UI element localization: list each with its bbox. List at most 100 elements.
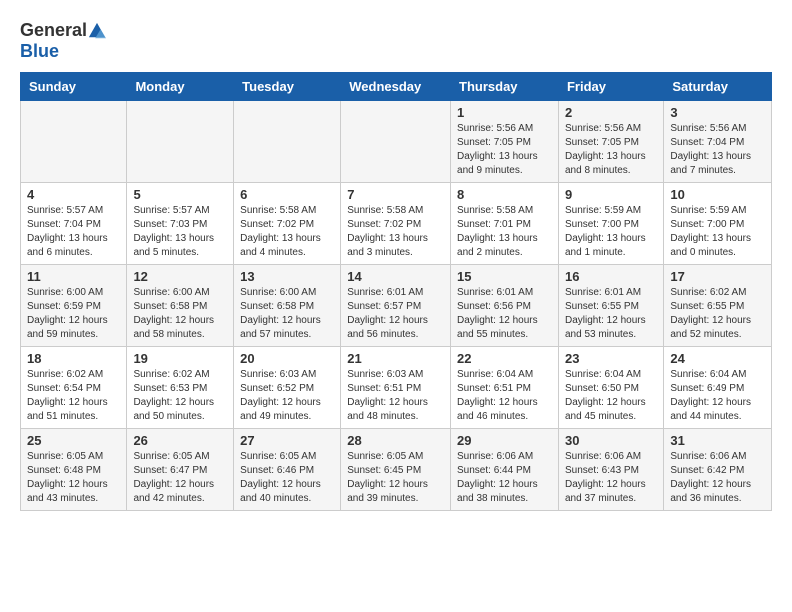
day-detail: Sunrise: 5:56 AM Sunset: 7:05 PM Dayligh… [565, 122, 657, 178]
weekday-header: Friday [558, 73, 663, 101]
day-number: 17 [670, 269, 765, 284]
calendar-cell: 11 Sunrise: 6:00 AM Sunset: 6:59 PM Dayli… [21, 265, 127, 347]
calendar-cell: 26Sunrise: 6:05 AM Sunset: 6:47 PM Dayli… [127, 429, 234, 511]
calendar-table: SundayMondayTuesdayWednesdayThursdayFrid… [20, 72, 772, 511]
day-detail: Sunrise: 6:04 AM Sunset: 6:51 PM Dayligh… [457, 368, 552, 424]
calendar-cell: 12 Sunrise: 6:00 AM Sunset: 6:58 PM Dayli… [127, 265, 234, 347]
day-detail: Sunrise: 6:05 AM Sunset: 6:46 PM Dayligh… [240, 450, 334, 506]
day-detail: Sunrise: 5:59 AM Sunset: 7:00 PM Dayligh… [670, 204, 765, 260]
day-detail: Sunrise: 5:59 AM Sunset: 7:00 PM Dayligh… [565, 204, 657, 260]
calendar-week-row: 1 Sunrise: 5:56 AM Sunset: 7:05 PM Daylig… [21, 101, 772, 183]
day-number: 10 [670, 187, 765, 202]
day-number: 26 [133, 433, 227, 448]
weekday-header: Tuesday [234, 73, 341, 101]
day-number: 20 [240, 351, 334, 366]
calendar-cell [341, 101, 451, 183]
weekday-header: Thursday [451, 73, 559, 101]
day-detail: Sunrise: 6:03 AM Sunset: 6:52 PM Dayligh… [240, 368, 334, 424]
day-detail: Sunrise: 6:00 AM Sunset: 6:58 PM Dayligh… [133, 286, 227, 342]
day-number: 22 [457, 351, 552, 366]
day-number: 18 [27, 351, 120, 366]
calendar-cell [127, 101, 234, 183]
calendar-cell: 1 Sunrise: 5:56 AM Sunset: 7:05 PM Daylig… [451, 101, 559, 183]
day-detail: Sunrise: 6:04 AM Sunset: 6:50 PM Dayligh… [565, 368, 657, 424]
weekday-header: Monday [127, 73, 234, 101]
calendar-week-row: 4 Sunrise: 5:57 AM Sunset: 7:04 PM Daylig… [21, 183, 772, 265]
day-number: 11 [27, 269, 120, 284]
calendar-week-row: 25 Sunrise: 6:05 AM Sunset: 6:48 PM Dayli… [21, 429, 772, 511]
day-detail: Sunrise: 6:02 AM Sunset: 6:53 PM Dayligh… [133, 368, 227, 424]
day-detail: Sunrise: 5:57 AM Sunset: 7:03 PM Dayligh… [133, 204, 227, 260]
day-detail: Sunrise: 6:03 AM Sunset: 6:51 PM Dayligh… [347, 368, 444, 424]
day-number: 14 [347, 269, 444, 284]
day-number: 25 [27, 433, 120, 448]
day-detail: Sunrise: 6:06 AM Sunset: 6:43 PM Dayligh… [565, 450, 657, 506]
weekday-header: Saturday [664, 73, 772, 101]
day-number: 5 [133, 187, 227, 202]
logo-general: General [20, 20, 87, 41]
calendar-cell: 10 Sunrise: 5:59 AM Sunset: 7:00 PM Dayli… [664, 183, 772, 265]
calendar-cell [21, 101, 127, 183]
calendar-cell: 30 Sunrise: 6:06 AM Sunset: 6:43 PM Dayli… [558, 429, 663, 511]
day-number: 31 [670, 433, 765, 448]
calendar-cell: 13 Sunrise: 6:00 AM Sunset: 6:58 PM Dayli… [234, 265, 341, 347]
day-detail: Sunrise: 6:05 AM Sunset: 6:48 PM Dayligh… [27, 450, 120, 506]
calendar-cell: 17 Sunrise: 6:02 AM Sunset: 6:55 PM Dayli… [664, 265, 772, 347]
calendar-cell: 25 Sunrise: 6:05 AM Sunset: 6:48 PM Dayli… [21, 429, 127, 511]
calendar-cell: 21 Sunrise: 6:03 AM Sunset: 6:51 PM Dayli… [341, 347, 451, 429]
day-number: 21 [347, 351, 444, 366]
calendar-cell: 24Sunrise: 6:04 AM Sunset: 6:49 PM Dayli… [664, 347, 772, 429]
calendar-cell: 23 Sunrise: 6:04 AM Sunset: 6:50 PM Dayli… [558, 347, 663, 429]
calendar-cell: 31Sunrise: 6:06 AM Sunset: 6:42 PM Dayli… [664, 429, 772, 511]
day-detail: Sunrise: 5:58 AM Sunset: 7:01 PM Dayligh… [457, 204, 552, 260]
calendar-cell: 19 Sunrise: 6:02 AM Sunset: 6:53 PM Dayli… [127, 347, 234, 429]
day-number: 29 [457, 433, 552, 448]
day-number: 4 [27, 187, 120, 202]
calendar-week-row: 18Sunrise: 6:02 AM Sunset: 6:54 PM Dayli… [21, 347, 772, 429]
logo-blue: Blue [20, 41, 59, 62]
calendar-cell: 22 Sunrise: 6:04 AM Sunset: 6:51 PM Dayli… [451, 347, 559, 429]
calendar-cell: 6 Sunrise: 5:58 AM Sunset: 7:02 PM Daylig… [234, 183, 341, 265]
day-number: 8 [457, 187, 552, 202]
calendar-cell: 18Sunrise: 6:02 AM Sunset: 6:54 PM Dayli… [21, 347, 127, 429]
calendar-cell: 27 Sunrise: 6:05 AM Sunset: 6:46 PM Dayli… [234, 429, 341, 511]
calendar-cell: 14 Sunrise: 6:01 AM Sunset: 6:57 PM Dayli… [341, 265, 451, 347]
day-number: 1 [457, 105, 552, 120]
day-detail: Sunrise: 6:00 AM Sunset: 6:59 PM Dayligh… [27, 286, 120, 342]
calendar-week-row: 11 Sunrise: 6:00 AM Sunset: 6:59 PM Dayli… [21, 265, 772, 347]
day-detail: Sunrise: 5:58 AM Sunset: 7:02 PM Dayligh… [347, 204, 444, 260]
day-detail: Sunrise: 5:57 AM Sunset: 7:04 PM Dayligh… [27, 204, 120, 260]
calendar-cell: 7 Sunrise: 5:58 AM Sunset: 7:02 PM Daylig… [341, 183, 451, 265]
calendar-cell: 2 Sunrise: 5:56 AM Sunset: 7:05 PM Daylig… [558, 101, 663, 183]
day-detail: Sunrise: 5:58 AM Sunset: 7:02 PM Dayligh… [240, 204, 334, 260]
day-number: 28 [347, 433, 444, 448]
day-number: 19 [133, 351, 227, 366]
day-number: 2 [565, 105, 657, 120]
day-number: 6 [240, 187, 334, 202]
calendar-cell: 3Sunrise: 5:56 AM Sunset: 7:04 PM Daylig… [664, 101, 772, 183]
calendar-cell: 28 Sunrise: 6:05 AM Sunset: 6:45 PM Dayli… [341, 429, 451, 511]
day-detail: Sunrise: 6:02 AM Sunset: 6:55 PM Dayligh… [670, 286, 765, 342]
day-detail: Sunrise: 6:01 AM Sunset: 6:55 PM Dayligh… [565, 286, 657, 342]
calendar-cell: 29 Sunrise: 6:06 AM Sunset: 6:44 PM Dayli… [451, 429, 559, 511]
day-number: 27 [240, 433, 334, 448]
day-detail: Sunrise: 5:56 AM Sunset: 7:05 PM Dayligh… [457, 122, 552, 178]
day-detail: Sunrise: 6:05 AM Sunset: 6:45 PM Dayligh… [347, 450, 444, 506]
day-number: 7 [347, 187, 444, 202]
day-number: 24 [670, 351, 765, 366]
day-number: 13 [240, 269, 334, 284]
page-header: General Blue [20, 20, 772, 62]
day-detail: Sunrise: 6:01 AM Sunset: 6:57 PM Dayligh… [347, 286, 444, 342]
day-number: 3 [670, 105, 765, 120]
calendar-cell: 15Sunrise: 6:01 AM Sunset: 6:56 PM Dayli… [451, 265, 559, 347]
day-number: 30 [565, 433, 657, 448]
calendar-cell: 4 Sunrise: 5:57 AM Sunset: 7:04 PM Daylig… [21, 183, 127, 265]
day-number: 12 [133, 269, 227, 284]
day-detail: Sunrise: 6:01 AM Sunset: 6:56 PM Dayligh… [457, 286, 552, 342]
day-detail: Sunrise: 6:00 AM Sunset: 6:58 PM Dayligh… [240, 286, 334, 342]
day-detail: Sunrise: 6:06 AM Sunset: 6:44 PM Dayligh… [457, 450, 552, 506]
logo: General Blue [20, 20, 107, 62]
day-number: 23 [565, 351, 657, 366]
weekday-header: Sunday [21, 73, 127, 101]
weekday-header: Wednesday [341, 73, 451, 101]
